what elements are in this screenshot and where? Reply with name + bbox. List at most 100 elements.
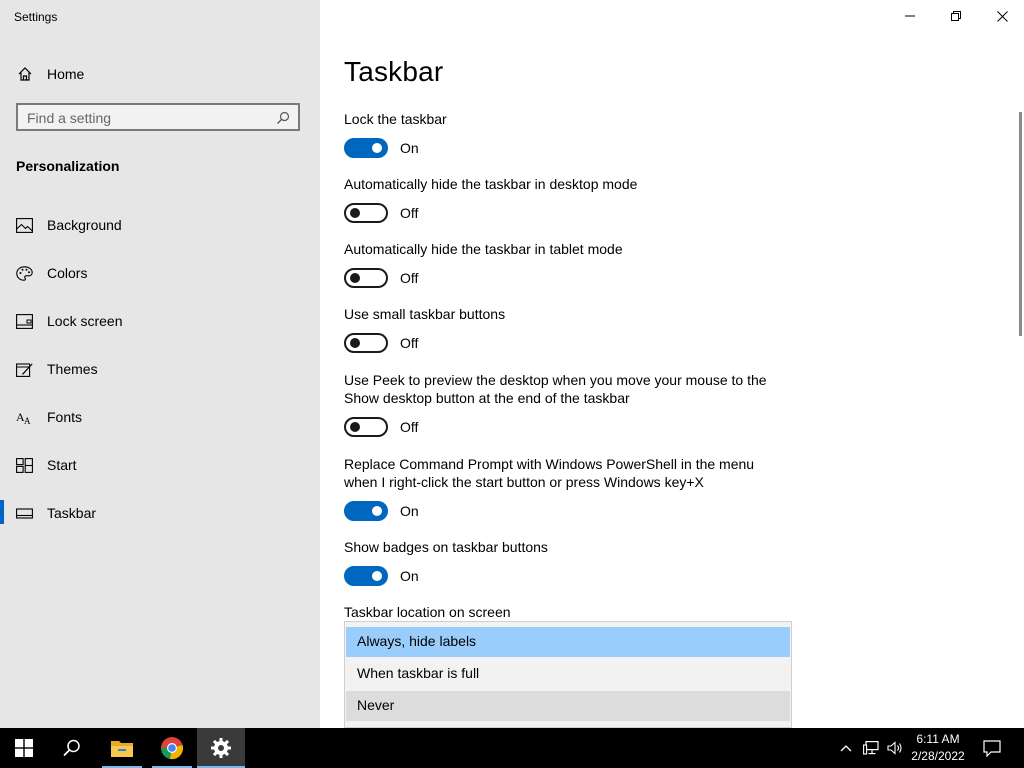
clock[interactable]: 6:11 AM 2/28/2022 xyxy=(906,731,970,765)
chevron-up-icon xyxy=(840,745,852,752)
search-box[interactable] xyxy=(16,103,300,131)
setting-label: Replace Command Prompt with Windows Powe… xyxy=(344,456,755,490)
sidebar-item-label: Themes xyxy=(47,361,98,377)
sidebar: Settings Home Personalization Background… xyxy=(0,0,320,728)
setting-label: Show badges on taskbar buttons xyxy=(344,539,548,555)
combine-buttons-dropdown[interactable]: Always, hide labels When taskbar is full… xyxy=(344,621,792,728)
notification-icon xyxy=(983,739,1001,757)
toggle-state: On xyxy=(400,503,419,519)
toggle-knob xyxy=(350,338,360,348)
toggle-knob xyxy=(350,273,360,283)
setting-label: Automatically hide the taskbar in tablet… xyxy=(344,241,623,257)
minimize-icon xyxy=(905,15,915,17)
network-button[interactable] xyxy=(860,728,882,768)
sidebar-item-start[interactable]: Start xyxy=(0,450,320,498)
search-button[interactable] xyxy=(48,728,96,768)
toggle-state: On xyxy=(400,568,419,584)
page-title: Taskbar xyxy=(344,56,444,87)
content-pane: Taskbar Lock the taskbar On Automaticall… xyxy=(320,0,1024,728)
peek-toggle[interactable] xyxy=(344,417,388,437)
sidebar-item-label: Background xyxy=(47,217,122,233)
restore-button[interactable] xyxy=(933,0,979,32)
badges-toggle[interactable] xyxy=(344,566,388,586)
network-icon xyxy=(863,741,879,755)
setting-label: Automatically hide the taskbar in deskto… xyxy=(344,176,638,192)
file-explorer-button[interactable] xyxy=(98,728,146,768)
section-title: Personalization xyxy=(16,158,120,174)
file-explorer-icon xyxy=(111,741,133,757)
sidebar-item-fonts[interactable]: AA Fonts xyxy=(0,402,320,450)
lock-screen-icon xyxy=(16,314,33,329)
sidebar-item-label: Lock screen xyxy=(47,313,123,329)
toggle-knob xyxy=(372,571,382,581)
toggle-knob xyxy=(350,208,360,218)
small-buttons-toggle[interactable] xyxy=(344,333,388,353)
taskbar: 6:11 AM 2/28/2022 xyxy=(0,728,1024,768)
toggle-state: Off xyxy=(400,205,419,221)
setting-label: Use small taskbar buttons xyxy=(344,306,506,322)
toggle-state: On xyxy=(400,140,419,156)
chrome-icon xyxy=(161,737,183,760)
autohide-tablet-toggle[interactable] xyxy=(344,268,388,288)
sidebar-item-themes[interactable]: Themes xyxy=(0,354,320,402)
speaker-icon xyxy=(887,741,902,755)
home-label: Home xyxy=(47,66,85,82)
nav-list: Background Colors Lock screen Themes AA … xyxy=(0,210,320,546)
clock-date: 2/28/2022 xyxy=(911,749,965,763)
toggle-knob xyxy=(372,143,382,153)
toggle-knob xyxy=(372,506,382,516)
restore-icon xyxy=(951,11,961,21)
scrollbar[interactable] xyxy=(1019,112,1022,336)
toggle-state: Off xyxy=(400,335,419,351)
toggle-knob xyxy=(350,422,360,432)
sidebar-item-label: Fonts xyxy=(47,409,83,425)
chrome-button[interactable] xyxy=(148,728,196,768)
active-indicator xyxy=(0,500,4,524)
taskbar-icon xyxy=(16,506,33,521)
sidebar-item-lock-screen[interactable]: Lock screen xyxy=(0,306,320,354)
start-button[interactable] xyxy=(0,728,48,768)
clock-time: 6:11 AM xyxy=(916,732,960,746)
dropdown-option[interactable]: When taskbar is full xyxy=(346,659,790,689)
app-title: Settings xyxy=(14,10,58,24)
sidebar-item-label: Start xyxy=(47,457,77,473)
powershell-toggle[interactable] xyxy=(344,501,388,521)
fonts-icon: AA xyxy=(16,410,33,426)
sidebar-item-colors[interactable]: Colors xyxy=(0,258,320,306)
setting-label: Use Peek to preview the desktop when you… xyxy=(344,372,767,406)
taskbar-location-label: Taskbar location on screen xyxy=(344,604,511,620)
settings-button[interactable] xyxy=(197,728,245,768)
setting-label: Lock the taskbar xyxy=(344,111,447,127)
sidebar-item-taskbar[interactable]: Taskbar xyxy=(0,498,320,546)
dropdown-option[interactable]: Never xyxy=(346,691,790,721)
search-icon[interactable] xyxy=(276,111,290,125)
toggle-state: Off xyxy=(400,270,419,286)
minimize-button[interactable] xyxy=(887,0,933,32)
search-icon xyxy=(63,739,80,757)
volume-button[interactable] xyxy=(884,728,906,768)
toggle-state: Off xyxy=(400,419,419,435)
settings-gear-icon xyxy=(211,738,231,758)
dropdown-option-label: Always, hide labels xyxy=(357,633,477,649)
home-nav-item[interactable]: Home xyxy=(0,60,320,86)
search-input[interactable] xyxy=(27,109,267,127)
home-icon xyxy=(17,66,33,82)
svg-text:A: A xyxy=(24,416,31,425)
autohide-desktop-toggle[interactable] xyxy=(344,203,388,223)
dropdown-option-label: Never xyxy=(357,697,395,713)
close-icon xyxy=(996,10,1008,22)
sidebar-item-label: Taskbar xyxy=(47,505,97,521)
palette-icon xyxy=(16,266,33,281)
windows-start-icon xyxy=(15,739,33,757)
lock-taskbar-toggle[interactable] xyxy=(344,138,388,158)
close-button[interactable] xyxy=(979,0,1024,32)
start-icon xyxy=(16,458,33,473)
picture-icon xyxy=(16,218,33,233)
themes-icon xyxy=(16,362,33,377)
sidebar-item-background[interactable]: Background xyxy=(0,210,320,258)
dropdown-option[interactable]: Always, hide labels xyxy=(346,627,790,657)
show-hidden-icons-button[interactable] xyxy=(836,728,856,768)
sidebar-item-label: Colors xyxy=(47,265,88,281)
action-center-button[interactable] xyxy=(978,728,1006,768)
dropdown-option-label: When taskbar is full xyxy=(357,665,480,681)
